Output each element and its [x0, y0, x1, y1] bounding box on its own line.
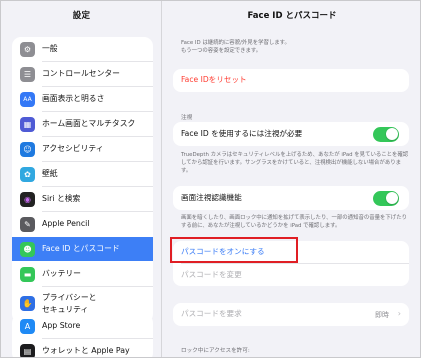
sidebar-item-label: Apple Pencil: [42, 219, 90, 228]
sidebar-item-control-center[interactable]: ☰ コントロールセンター: [12, 62, 153, 86]
wallpaper-icon: ✿: [20, 166, 35, 182]
divider: [181, 263, 409, 264]
sidebar-item-label: バッテリー: [42, 269, 81, 278]
chevron-right-icon: ›: [397, 309, 401, 318]
attention-section-header: 注視: [181, 115, 193, 121]
reset-face-id-card: Face IDをリセット: [173, 69, 409, 92]
reset-face-id-button[interactable]: Face IDをリセット: [181, 75, 247, 85]
privacy-hand-icon: ✋: [20, 296, 35, 311]
sidebar-item-label: 一般: [42, 44, 58, 53]
siri-icon: ◉: [20, 191, 35, 207]
sidebar-item-home-screen[interactable]: ▦ ホーム画面とマルチタスク: [12, 112, 153, 136]
face-id-learning-note: Face ID は継続的に容貌/外見を学習します。 もう一つの容姿を設定できます…: [181, 40, 290, 54]
sidebar-item-face-id-passcode[interactable]: ☻ Face ID とパスコード: [12, 237, 153, 261]
pencil-icon: ✎: [20, 216, 35, 232]
gear-icon: ⚙: [20, 41, 35, 57]
sidebar-item-wallpaper[interactable]: ✿ 壁紙: [12, 162, 153, 186]
sidebar-item-accessibility[interactable]: ☺ アクセシビリティ: [12, 137, 153, 161]
require-attention-label: Face ID を使用するには注視が必要: [181, 129, 303, 138]
sidebar-item-label: 壁紙: [42, 169, 58, 178]
sidebar-item-label: 画面表示と明るさ: [42, 94, 105, 103]
sidebar-item-label: Face ID とパスコード: [42, 244, 120, 253]
sidebar-item-label: アクセシビリティ: [42, 144, 104, 153]
page-title: Face ID とパスコード: [162, 1, 420, 31]
settings-window: 設定 ⚙ 一般 ☰ コントロールセンター AA 画面表示と明るさ ▦ ホーム画面…: [0, 0, 421, 358]
sidebar-item-general[interactable]: ⚙ 一般: [12, 37, 153, 61]
change-passcode-button[interactable]: パスコードを変更: [181, 270, 242, 280]
sidebar-item-label: Siri と検索: [42, 194, 81, 203]
attention-aware-note: 画面を暗くしたり、画面ロック中に通知を拡げて表示したり、一部の通知音の音量を下げ…: [181, 215, 407, 229]
sidebar-item-label: ウォレットと Apple Pay: [42, 346, 130, 355]
require-attention-note: TrueDepth カメラはセキュリティレベルを上げるため、あなたが iPad …: [181, 152, 409, 174]
attention-aware-toggle[interactable]: [373, 190, 399, 206]
require-passcode-card[interactable]: パスコードを要求 即時 ›: [173, 303, 409, 326]
sidebar-item-siri[interactable]: ◉ Siri と検索: [12, 187, 153, 211]
detail-pane: Face ID とパスコード Face ID は継続的に容貌/外見を学習します。…: [162, 1, 420, 357]
display-icon: AA: [20, 91, 35, 107]
sidebar-group-main: ⚙ 一般 ☰ コントロールセンター AA 画面表示と明るさ ▦ ホーム画面とマル…: [12, 37, 153, 323]
app-store-icon: A: [20, 318, 35, 334]
sidebar-item-label: コントロールセンター: [42, 69, 120, 78]
sidebar-item-label: App Store: [42, 321, 81, 330]
require-passcode-label: パスコードを要求: [181, 309, 242, 318]
require-attention-card: Face ID を使用するには注視が必要: [173, 122, 409, 146]
require-passcode-value: 即時: [375, 311, 389, 319]
passcode-card: パスコードをオンにする パスコードを変更: [173, 241, 409, 286]
sidebar: 設定 ⚙ 一般 ☰ コントロールセンター AA 画面表示と明るさ ▦ ホーム画面…: [1, 1, 162, 357]
attention-aware-label: 画面注視認識機能: [181, 193, 242, 202]
turn-passcode-on-button[interactable]: パスコードをオンにする: [181, 247, 265, 257]
attention-aware-card: 画面注視認識機能: [173, 186, 409, 210]
wallet-icon: ▤: [20, 343, 35, 357]
battery-icon: ▬: [20, 266, 35, 282]
sidebar-item-app-store[interactable]: A App Store: [12, 314, 153, 338]
locked-access-header: ロック中にアクセスを許可:: [181, 348, 250, 354]
sidebar-item-label: ホーム画面とマルチタスク: [42, 119, 136, 128]
sidebar-title: 設定: [72, 11, 91, 21]
control-center-icon: ☰: [20, 66, 35, 82]
face-id-icon: ☻: [20, 241, 35, 257]
sidebar-group-store: A App Store ▤ ウォレットと Apple Pay: [12, 314, 153, 357]
sidebar-item-wallet[interactable]: ▤ ウォレットと Apple Pay: [12, 339, 153, 357]
home-screen-icon: ▦: [20, 116, 35, 132]
sidebar-item-battery[interactable]: ▬ バッテリー: [12, 262, 153, 286]
accessibility-icon: ☺: [20, 141, 35, 157]
sidebar-item-label: プライバシーと: [42, 293, 97, 302]
sidebar-item-apple-pencil[interactable]: ✎ Apple Pencil: [12, 212, 153, 236]
sidebar-item-display[interactable]: AA 画面表示と明るさ: [12, 87, 153, 111]
require-attention-toggle[interactable]: [373, 126, 399, 142]
